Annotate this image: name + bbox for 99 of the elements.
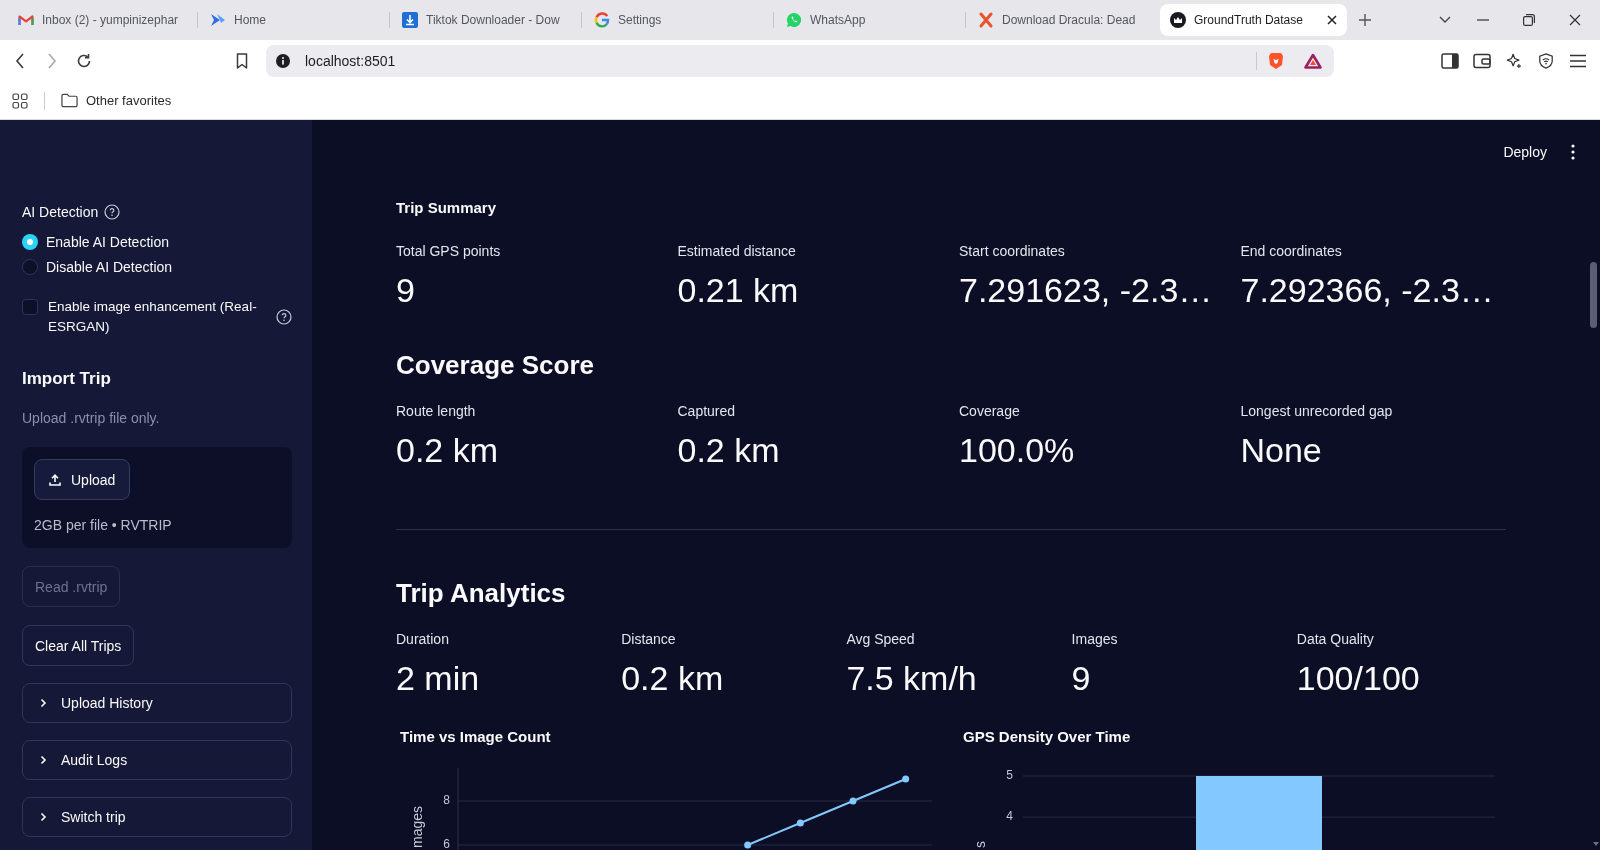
metric-value: 9 [396, 270, 416, 310]
restore-icon[interactable] [1523, 14, 1535, 26]
expander[interactable]: Audit Logs [22, 740, 292, 780]
axis-title: s [972, 841, 988, 848]
shield-icon[interactable] [1537, 53, 1555, 69]
download-icon [402, 12, 418, 28]
info-icon[interactable] [276, 54, 290, 68]
data-point [849, 797, 857, 805]
arrow-logo-icon [210, 12, 226, 28]
help-icon [276, 309, 292, 325]
sidebar-button[interactable]: Clear All Trips [22, 625, 135, 666]
close-icon[interactable] [1569, 14, 1581, 26]
x-logo-icon [978, 12, 994, 28]
menu-icon[interactable] [1569, 53, 1587, 69]
checkbox-label[interactable]: Enable image enhancement (Real-ESRGAN) [48, 297, 270, 337]
data-point [902, 775, 910, 783]
chevron-down-icon[interactable] [1439, 16, 1451, 24]
chat-bubble-icon [786, 12, 802, 28]
metric-label: Longest unrecorded gap [1240, 402, 1394, 421]
browser-tab[interactable]: Settings [584, 4, 771, 36]
apps-grid-icon[interactable] [12, 92, 28, 109]
radio-label[interactable]: Disable AI Detection [46, 257, 173, 277]
axis-title: mages [409, 805, 425, 848]
axis-tick-label: 5 [1006, 768, 1013, 783]
chart-title: GPS Density Over Time [962, 727, 1132, 747]
metric-label: End coordinates [1240, 242, 1343, 261]
upload-icon [49, 473, 61, 486]
back-icon[interactable] [15, 53, 25, 69]
help-icon [104, 204, 121, 220]
metric-label: Estimated distance [677, 242, 797, 261]
axis-tick-label: 4 [1006, 809, 1013, 824]
hint-text: Upload .rvtrip file only. [22, 409, 160, 428]
metric-value: 0.2 km [396, 430, 500, 470]
deploy-button[interactable]: Deploy [1493, 138, 1557, 166]
section-heading: Import Trip [22, 368, 111, 390]
browser-tab[interactable]: GroundTruth Datase [1160, 4, 1347, 36]
section-heading: Trip Analytics [396, 577, 567, 610]
metric-label: Total GPS points [396, 242, 502, 261]
chart-title: Time vs Image Count [399, 727, 552, 747]
metric-label: Coverage [959, 402, 1021, 421]
url-text[interactable]: localhost:8501 [305, 53, 396, 69]
expander[interactable]: Switch trip [22, 797, 292, 837]
metric-label: Route length [396, 402, 477, 421]
axis-tick-label: 6 [443, 837, 450, 850]
section-title: Trip Summary [396, 198, 498, 218]
more-icon[interactable] [1571, 144, 1575, 160]
bookmark-folder[interactable]: Other favorites [57, 89, 178, 112]
metric-label: Duration [396, 630, 450, 649]
plus-icon[interactable] [1358, 13, 1372, 27]
crown-icon [1170, 12, 1186, 28]
metric-value: 0.21 km [677, 270, 800, 310]
metric-label: Start coordinates [959, 242, 1066, 261]
file-dropzone[interactable]: Upload 2GB per file • RVTRIP [22, 447, 292, 548]
upload-limits: 2GB per file • RVTRIP [34, 516, 172, 535]
scrollbar-thumb[interactable] [1590, 262, 1597, 328]
browser-tab[interactable]: WhatsApp [776, 4, 963, 36]
metric-label: Data Quality [1296, 630, 1375, 649]
data-point [796, 819, 804, 827]
browser-tab[interactable]: Home [200, 4, 387, 36]
metric-label: Images [1071, 630, 1119, 649]
metric-value: 9 [1071, 658, 1092, 698]
sidebar-icon[interactable] [1441, 53, 1459, 69]
bookmark-icon[interactable] [236, 53, 248, 69]
upload-button[interactable]: Upload [34, 459, 131, 500]
close-icon[interactable] [1327, 15, 1337, 25]
metric-value: 0.2 km [677, 430, 781, 470]
triangle-logo-icon[interactable] [1304, 53, 1322, 69]
browser-tab[interactable]: Download Dracula: Dead [968, 4, 1155, 36]
reload-icon[interactable] [76, 53, 92, 69]
folder-icon [61, 93, 78, 108]
metric-value: 7.291623, -2.3… [959, 270, 1214, 310]
metric-value: 2 min [396, 658, 481, 698]
metric-value: 100.0% [959, 430, 1076, 470]
metric-value: None [1240, 430, 1323, 470]
browser-tab[interactable]: Tiktok Downloader - Dow [392, 4, 579, 36]
metric-label: Distance [621, 630, 677, 649]
g-logo-icon [594, 12, 610, 28]
metric-value: 7.292366, -2.3… [1240, 270, 1495, 310]
checkbox[interactable] [22, 299, 38, 315]
wallet-icon[interactable] [1473, 53, 1491, 69]
radio-label[interactable]: Enable AI Detection [46, 232, 169, 252]
address-bar[interactable]: localhost:8501 [266, 45, 1334, 77]
metric-value: 100/100 [1296, 658, 1421, 698]
metric-label: Captured [677, 402, 737, 421]
radio-button[interactable] [22, 234, 38, 250]
expander[interactable]: Upload History [22, 683, 292, 723]
sparkle-icon[interactable] [1505, 53, 1523, 69]
badge-logo-icon[interactable] [1268, 52, 1284, 70]
data-point [744, 841, 752, 849]
metric-value: 0.2 km [621, 658, 725, 698]
metric-value: 7.5 km/h [846, 658, 978, 698]
axis-tick-label: 8 [443, 793, 450, 808]
browser-tab[interactable]: Inbox (2) - yumpinizephar [8, 4, 195, 36]
mail-logo-icon [18, 12, 34, 28]
field-label: AI Detection [22, 203, 99, 222]
radio-button[interactable] [22, 259, 38, 275]
scroll-arrow-icon[interactable] [1593, 842, 1599, 846]
metric-label: Avg Speed [846, 630, 916, 649]
section-heading: Coverage Score [396, 349, 595, 382]
